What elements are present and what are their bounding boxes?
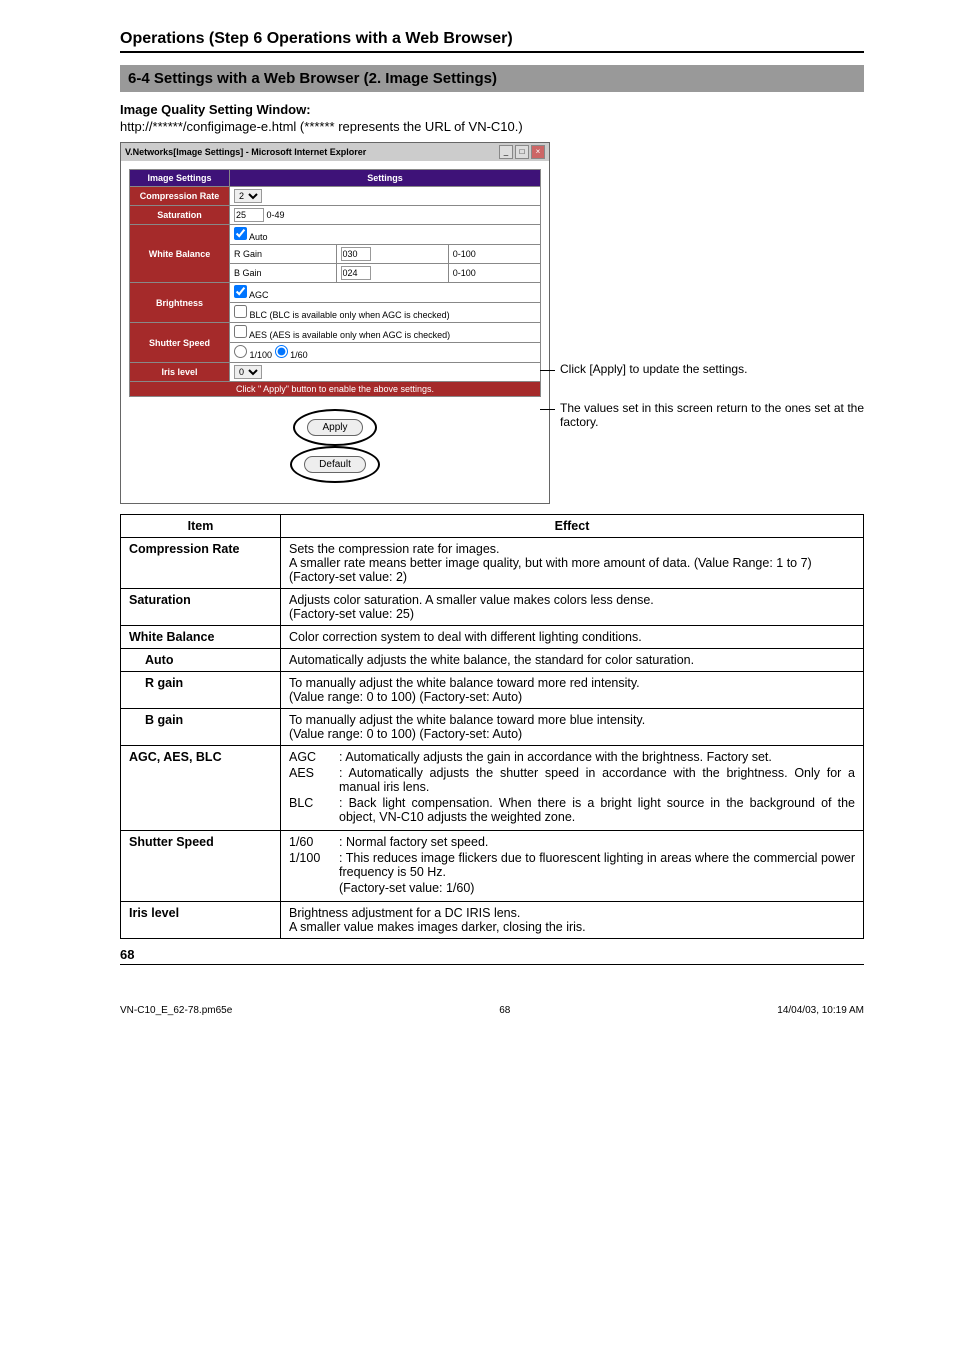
saturation-cell: 0-49 (230, 206, 541, 225)
apply-annotation: Click [Apply] to update the settings. (560, 362, 864, 376)
table-row-effect: Color correction system to deal with dif… (281, 626, 864, 649)
subsection-header: 6-4 Settings with a Web Browser (2. Imag… (120, 65, 864, 92)
shutter-item: Shutter Speed (121, 831, 281, 902)
instruction-text: Click " Apply" button to enable the abov… (130, 382, 541, 397)
wb-auto-label: Auto (249, 232, 268, 242)
iris-effect: Brightness adjustment for a DC IRIS lens… (281, 902, 864, 939)
apply-button[interactable]: Apply (307, 419, 362, 436)
saturation-input[interactable] (234, 208, 264, 222)
aes-checkbox[interactable] (234, 325, 247, 338)
compression-rate-label: Compression Rate (130, 187, 230, 206)
shutter-1-100-radio[interactable] (234, 345, 247, 358)
table-row-effect: To manually adjust the white balance tow… (281, 672, 864, 709)
table-row-effect: Adjusts color saturation. A smaller valu… (281, 589, 864, 626)
iris-item: Iris level (121, 902, 281, 939)
ie-titlebar-text: V.Networks[Image Settings] - Microsoft I… (125, 147, 366, 157)
compression-rate-select[interactable]: 2 (234, 189, 262, 203)
shutter-effect: 1/60: Normal factory set speed.1/100: Th… (281, 831, 864, 902)
table-row-item: Compression Rate (121, 538, 281, 589)
minimize-icon[interactable]: _ (499, 145, 513, 159)
table-row-item: B gain (121, 709, 281, 746)
window-controls: _ □ × (499, 145, 545, 159)
iris-level-cell: 0 (230, 363, 541, 382)
page-number: 68 (120, 947, 864, 962)
agc-label: AGC (249, 290, 269, 300)
table-row-effect: Sets the compression rate for images.A s… (281, 538, 864, 589)
window-title: Image Quality Setting Window: (120, 102, 864, 117)
table-row-item: Auto (121, 649, 281, 672)
maximize-icon[interactable]: □ (515, 145, 529, 159)
b-gain-cell (336, 264, 448, 283)
b-gain-input[interactable] (341, 266, 371, 280)
main-table-header-item: Item (121, 515, 281, 538)
footer-center: 68 (499, 1005, 510, 1016)
table-row-item: R gain (121, 672, 281, 709)
table-row-effect: Automatically adjusts the white balance,… (281, 649, 864, 672)
blc-label: BLC (BLC is available only when AGC is c… (250, 310, 450, 320)
iris-level-label: Iris level (130, 363, 230, 382)
r-gain-range: 0-100 (448, 245, 540, 264)
shutter-speed-label: Shutter Speed (130, 323, 230, 363)
default-annotation: The values set in this screen return to … (560, 401, 864, 429)
r-gain-input[interactable] (341, 247, 371, 261)
brightness-label: Brightness (130, 283, 230, 323)
table-row-item: Saturation (121, 589, 281, 626)
wb-auto-cell: Auto (230, 225, 541, 245)
agc-checkbox[interactable] (234, 285, 247, 298)
shutter-1-60-label: 1/60 (290, 350, 308, 360)
r-gain-cell (336, 245, 448, 264)
footer-left: VN-C10_E_62-78.pm65e (120, 1005, 232, 1016)
close-icon[interactable]: × (531, 145, 545, 159)
blc-cell: BLC (BLC is available only when AGC is c… (230, 303, 541, 323)
iris-level-select[interactable]: 0 (234, 365, 262, 379)
b-gain-range: 0-100 (448, 264, 540, 283)
r-gain-label: R Gain (230, 245, 337, 264)
footer-right: 14/04/03, 10:19 AM (777, 1005, 864, 1016)
aes-cell: AES (AES is available only when AGC is c… (230, 323, 541, 343)
shutter-1-60-radio[interactable] (275, 345, 288, 358)
wb-auto-checkbox[interactable] (234, 227, 247, 240)
shutter-radio-cell: 1/100 1/60 (230, 343, 541, 363)
main-table: Item Effect Compression RateSets the com… (120, 514, 864, 939)
footer: VN-C10_E_62-78.pm65e 68 14/04/03, 10:19 … (120, 1005, 864, 1016)
agc-effect: AGC: Automatically adjusts the gain in a… (281, 746, 864, 831)
ie-window: V.Networks[Image Settings] - Microsoft I… (120, 142, 550, 504)
table-header-left: Image Settings (130, 170, 230, 187)
saturation-range: 0-49 (267, 210, 285, 220)
b-gain-label: B Gain (230, 264, 337, 283)
table-header-right: Settings (230, 170, 541, 187)
blc-checkbox[interactable] (234, 305, 247, 318)
agc-cell: AGC (230, 283, 541, 303)
url-text: http://******/configimage-e.html (******… (120, 119, 864, 134)
table-row-item: White Balance (121, 626, 281, 649)
settings-table: Image Settings Settings Compression Rate… (129, 169, 541, 397)
main-table-header-effect: Effect (281, 515, 864, 538)
annotations: Click [Apply] to update the settings. Th… (550, 142, 864, 454)
compression-rate-cell: 2 (230, 187, 541, 206)
agc-item: AGC, AES, BLC (121, 746, 281, 831)
saturation-label: Saturation (130, 206, 230, 225)
default-button[interactable]: Default (304, 456, 366, 473)
section-header: Operations (Step 6 Operations with a Web… (120, 30, 864, 53)
white-balance-label: White Balance (130, 225, 230, 283)
ie-titlebar: V.Networks[Image Settings] - Microsoft I… (121, 143, 549, 161)
shutter-1-100-label: 1/100 (250, 350, 273, 360)
table-row-effect: To manually adjust the white balance tow… (281, 709, 864, 746)
aes-label: AES (AES is available only when AGC is c… (249, 330, 450, 340)
